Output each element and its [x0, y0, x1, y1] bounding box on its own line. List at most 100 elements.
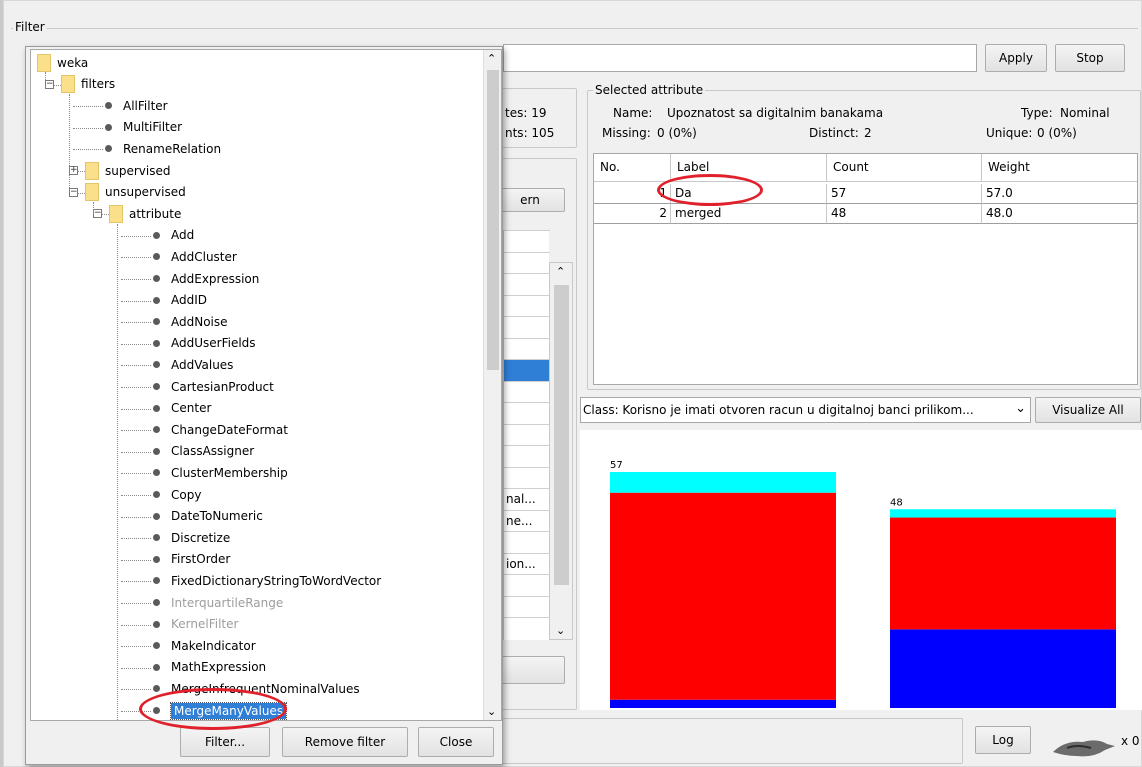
- tree-node-clustermembership[interactable]: ClusterMembership: [153, 462, 288, 483]
- cell-label[interactable]: merged: [671, 204, 827, 224]
- remove-attribute-button[interactable]: [495, 656, 565, 684]
- cell-count[interactable]: 57: [827, 184, 982, 204]
- unique-label: Unique:: [986, 126, 1033, 140]
- attribute-row[interactable]: [504, 380, 550, 403]
- attribute-row[interactable]: [504, 316, 550, 338]
- leaf-node-icon: [153, 491, 160, 498]
- remove-filter-button[interactable]: Remove filter: [282, 727, 408, 757]
- tree-node-interquartilerange[interactable]: InterquartileRange: [153, 592, 283, 613]
- tree-node-fixeddictionarystringtowordvector[interactable]: FixedDictionaryStringToWordVector: [153, 570, 381, 591]
- attribute-row[interactable]: [504, 337, 550, 360]
- attribute-row[interactable]: [504, 402, 550, 424]
- tree-node-kernelfilter[interactable]: KernelFilter: [153, 614, 238, 635]
- tree-node-adduserfields[interactable]: AddUserFields: [153, 333, 256, 354]
- attribute-list-scrollbar[interactable]: ⌃ ⌄: [549, 262, 573, 640]
- tree-node-multifilter[interactable]: MultiFilter: [105, 117, 182, 138]
- attribute-list-scroll-thumb[interactable]: [554, 285, 569, 585]
- close-button[interactable]: Close: [418, 727, 494, 757]
- attribute-row[interactable]: nal...: [504, 488, 550, 510]
- filter-config-field[interactable]: [503, 44, 977, 72]
- tree-connector: [121, 603, 151, 604]
- filter-tree[interactable]: ⌃ ⌄ weka filters − AllFilter MultiFilter Rena…: [30, 49, 502, 721]
- tree-node-center[interactable]: Center: [153, 398, 211, 419]
- tree-node-makeindicator[interactable]: MakeIndicator: [153, 635, 256, 656]
- attribute-row[interactable]: [504, 251, 550, 274]
- attribute-row[interactable]: ion...: [504, 552, 550, 575]
- cell-count[interactable]: 48: [827, 204, 982, 224]
- cell-weight[interactable]: 48.0: [982, 204, 1137, 224]
- collapse-icon[interactable]: −: [69, 187, 78, 197]
- column-header-weight[interactable]: Weight: [982, 154, 1137, 182]
- attribute-row[interactable]: [504, 230, 550, 252]
- attribute-row[interactable]: [504, 423, 550, 446]
- attribute-row[interactable]: [504, 617, 550, 639]
- leaf-node-icon: [153, 642, 160, 650]
- tree-node-firstorder[interactable]: FirstOrder: [153, 549, 230, 570]
- attribute-row[interactable]: [504, 294, 550, 317]
- tree-node-addcluster[interactable]: AddCluster: [153, 246, 237, 267]
- column-header-count[interactable]: Count: [827, 154, 982, 182]
- filter-chooser-dialog[interactable]: ⌃ ⌄ weka filters − AllFilter MultiFilter Rena…: [25, 46, 503, 765]
- scroll-up-icon[interactable]: ⌃: [487, 52, 496, 65]
- log-button[interactable]: Log: [975, 726, 1031, 754]
- tree-node-label: InterquartileRange: [171, 595, 284, 610]
- tree-node-cartesianproduct[interactable]: CartesianProduct: [153, 376, 274, 397]
- attribute-row[interactable]: ne...: [504, 509, 550, 532]
- tree-node-addnoise[interactable]: AddNoise: [153, 311, 228, 332]
- tree-node-mathexpression[interactable]: MathExpression: [153, 657, 266, 678]
- status-group: [493, 718, 963, 764]
- column-header-no[interactable]: No.: [594, 154, 671, 182]
- unique-value: 0 (0%): [1037, 126, 1077, 140]
- tree-scroll-thumb[interactable]: [487, 70, 499, 370]
- tree-node-addexpression[interactable]: AddExpression: [153, 268, 259, 289]
- tree-node-copy[interactable]: Copy: [153, 484, 201, 505]
- cell-weight[interactable]: 57.0: [982, 184, 1137, 204]
- folder-icon: [37, 53, 51, 72]
- scroll-up-icon[interactable]: ⌃: [556, 265, 565, 278]
- tree-node-changedateformat[interactable]: ChangeDateFormat: [153, 419, 288, 440]
- tree-node-filters[interactable]: filters: [61, 74, 115, 95]
- expand-icon[interactable]: +: [69, 166, 78, 175]
- scroll-down-icon[interactable]: ⌄: [487, 705, 496, 718]
- tree-node-label: FixedDictionaryStringToWordVector: [171, 573, 382, 588]
- tree-node-label: ClusterMembership: [171, 465, 288, 480]
- tree-connector: [121, 365, 151, 367]
- distinct-value: 2: [864, 126, 872, 140]
- attribute-row[interactable]: [504, 445, 550, 467]
- attribute-row[interactable]: [504, 531, 550, 553]
- tree-node-renamerelation[interactable]: RenameRelation: [105, 138, 221, 159]
- tree-node-supervised[interactable]: supervised: [85, 160, 170, 181]
- distinct-label: Distinct:: [809, 126, 859, 140]
- tree-node-datetonumeric[interactable]: DateToNumeric: [153, 506, 263, 527]
- attribute-row[interactable]: [504, 273, 550, 295]
- tree-node-discretize[interactable]: Discretize: [153, 527, 230, 548]
- visualize-all-button[interactable]: Visualize All: [1035, 397, 1141, 423]
- collapse-icon[interactable]: −: [93, 209, 102, 219]
- tree-connector: [121, 343, 151, 345]
- attribute-row[interactable]: [504, 359, 550, 381]
- tree-node-weka[interactable]: weka: [37, 52, 88, 73]
- tree-node-unsupervised[interactable]: unsupervised: [85, 182, 186, 203]
- tree-node-addid[interactable]: AddID: [153, 290, 207, 311]
- cell-no[interactable]: 2: [594, 204, 671, 224]
- collapse-icon[interactable]: −: [45, 79, 54, 89]
- scroll-down-icon[interactable]: ⌄: [556, 624, 565, 637]
- tree-node-allfilter[interactable]: AllFilter: [105, 95, 168, 116]
- leaf-node-icon: [153, 426, 160, 434]
- pattern-button[interactable]: ern: [495, 188, 565, 212]
- attribute-row[interactable]: [504, 574, 550, 596]
- class-selector-dropdown[interactable]: Class: Korisno je imati otvoren racun u …: [580, 397, 1031, 423]
- chevron-down-icon[interactable]: ⌄: [1015, 401, 1026, 416]
- tree-node-addvalues[interactable]: AddValues: [153, 354, 233, 375]
- attribute-list[interactable]: nal... ne... ion...: [503, 230, 550, 640]
- tree-node-add[interactable]: Add: [153, 225, 194, 246]
- attribute-row[interactable]: [504, 595, 550, 618]
- apply-button[interactable]: Apply: [985, 44, 1047, 72]
- filter-button[interactable]: Filter...: [180, 727, 270, 757]
- attribute-row[interactable]: [504, 466, 550, 489]
- stop-button[interactable]: Stop: [1055, 44, 1125, 72]
- bar-total-label: 48: [890, 497, 903, 508]
- tree-node-attribute[interactable]: attribute: [109, 203, 181, 224]
- tree-node-classassigner[interactable]: ClassAssigner: [153, 441, 254, 462]
- tree-scrollbar[interactable]: ⌃ ⌄: [483, 50, 501, 720]
